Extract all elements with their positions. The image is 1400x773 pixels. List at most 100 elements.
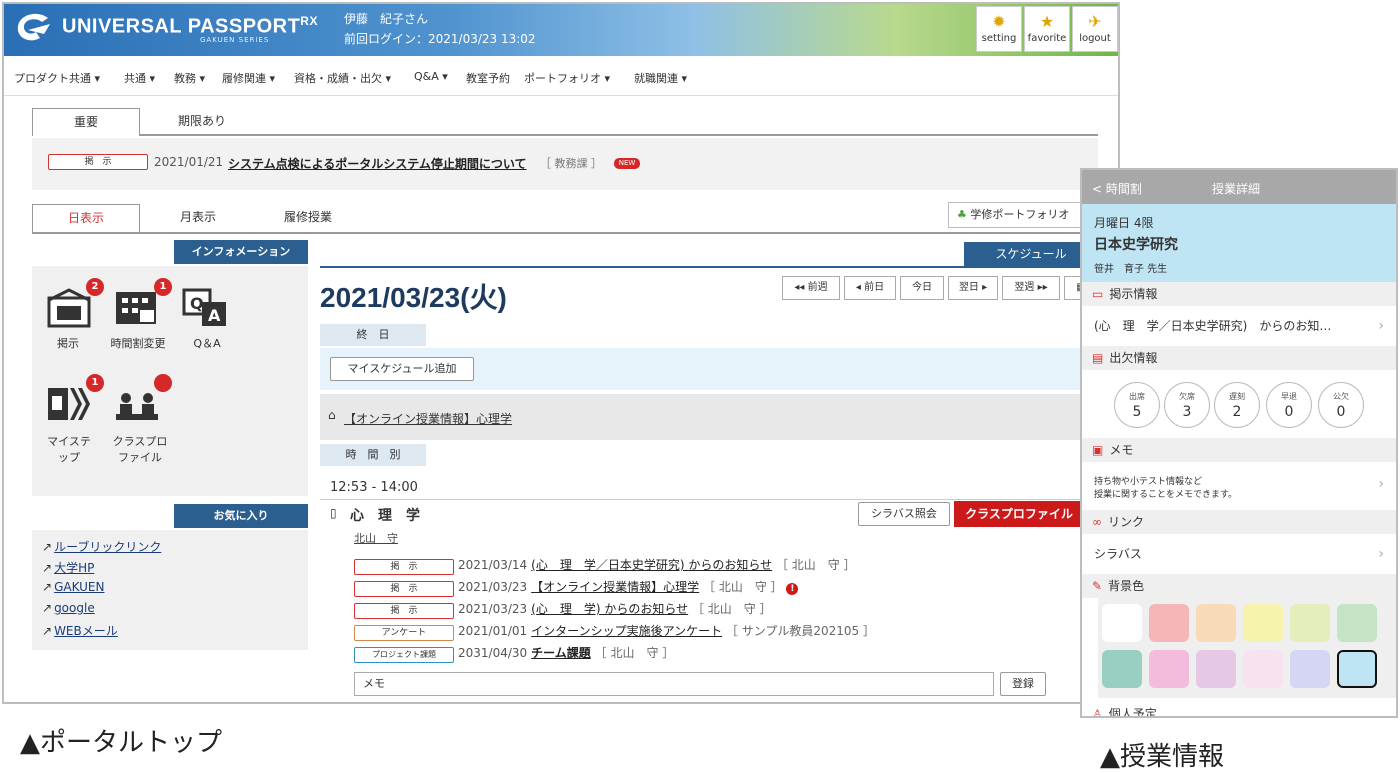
register-button[interactable]: 登録 bbox=[1000, 672, 1046, 696]
color-swatch[interactable] bbox=[1290, 650, 1330, 688]
timetable-change-icon[interactable] bbox=[114, 288, 160, 328]
prev-day-button[interactable]: ◂ 前日 bbox=[844, 276, 896, 300]
color-swatch[interactable] bbox=[1290, 604, 1330, 642]
notice-title-link[interactable]: システム点検によるポータルシステム停止期間について bbox=[228, 155, 527, 172]
memo-row[interactable]: 持ち物や小テスト情報など 授業に関することをメモできます。 › bbox=[1082, 462, 1396, 510]
today-button[interactable]: 今日 bbox=[900, 276, 944, 300]
last-login: 前回ログイン：2021/03/23 13:02 bbox=[344, 32, 536, 46]
color-swatch[interactable] bbox=[1243, 604, 1283, 642]
nav-grades[interactable]: 資格・成績・出欠 ▾ bbox=[294, 70, 391, 86]
color-swatch[interactable] bbox=[1196, 650, 1236, 688]
teacher-name-link[interactable]: 北山 守 bbox=[354, 530, 398, 546]
tab-with-deadline[interactable]: 期限あり bbox=[162, 108, 242, 136]
color-swatch[interactable] bbox=[1102, 604, 1142, 642]
bulletin-icon[interactable] bbox=[46, 288, 92, 328]
notice-dept: ［ 教務課 ］ bbox=[540, 157, 602, 170]
nav-academic[interactable]: 教務 ▾ bbox=[174, 70, 205, 86]
favorites-title: お気に入り bbox=[174, 504, 308, 528]
color-swatch[interactable] bbox=[1196, 604, 1236, 642]
section-background-color: ✎ 背景色 bbox=[1082, 574, 1396, 598]
next-week-button[interactable]: 翌週 ▸▸ bbox=[1002, 276, 1060, 300]
nav-product-common[interactable]: プロダクト共通 ▾ bbox=[14, 70, 100, 86]
link-icon: ∞ bbox=[1092, 515, 1102, 529]
color-swatch[interactable] bbox=[1102, 650, 1142, 688]
memo-input[interactable]: メモ bbox=[354, 672, 994, 696]
notice-link[interactable]: 【オンライン授業情報】心理学 bbox=[531, 580, 699, 594]
notice-date: 2021/01/21 bbox=[154, 155, 224, 169]
project-link[interactable]: チーム課題 bbox=[531, 646, 591, 660]
bulletin-label: 掲示 bbox=[57, 337, 79, 350]
class-time: 12:53 - 14:00 bbox=[330, 480, 418, 495]
external-link-icon: ↗ bbox=[42, 561, 53, 575]
syllabus-button[interactable]: シラバス照会 bbox=[858, 502, 950, 526]
portal-window: UNIVERSAL PASSPORTRX GAKUEN SERIES 伊藤 紀子… bbox=[2, 2, 1120, 704]
fav-link-rubric[interactable]: ↗ ルーブリックリンク bbox=[42, 538, 161, 555]
back-to-timetable-button[interactable]: < 時間割 bbox=[1092, 180, 1142, 197]
nav-portfolio[interactable]: ポートフォリオ ▾ bbox=[524, 70, 610, 86]
fav-link-gakuen[interactable]: ↗ GAKUEN bbox=[42, 580, 104, 594]
color-swatch[interactable] bbox=[1243, 650, 1283, 688]
add-my-schedule-button[interactable]: マイスケジュール追加 bbox=[330, 357, 474, 381]
person-icon: ♙ bbox=[1092, 707, 1103, 718]
color-swatch[interactable] bbox=[1149, 604, 1189, 642]
notice-link[interactable]: (心 理 学) からのお知らせ bbox=[531, 602, 688, 616]
attendance-late: 遅刻 2 bbox=[1214, 382, 1260, 428]
schedule-divider bbox=[320, 266, 1098, 268]
nav-qa[interactable]: Q&A ▾ bbox=[414, 70, 448, 83]
class-profile-button[interactable]: クラスプロファイル bbox=[954, 501, 1084, 527]
chevron-right-icon: › bbox=[1378, 318, 1384, 334]
section-all-day: 終 日 bbox=[320, 324, 426, 346]
mobile-caption: ▲授業情報 bbox=[1100, 742, 1224, 772]
qa-label: Q＆A bbox=[193, 337, 221, 350]
color-swatch[interactable] bbox=[1337, 604, 1377, 642]
chevron-right-icon: › bbox=[1378, 546, 1384, 562]
edit-icon: ✎ bbox=[1092, 579, 1103, 593]
chevron-right-icon: › bbox=[1378, 476, 1384, 492]
notice-tabs: 重要 期限あり bbox=[32, 108, 1098, 136]
runner-icon: ✈ bbox=[1088, 12, 1102, 31]
setting-button[interactable]: ✹ setting bbox=[976, 6, 1022, 52]
list-item: 掲 示 2021/03/14 (心 理 学／日本史学研究) からのお知らせ ［ 北山… bbox=[354, 556, 856, 575]
fav-link-university[interactable]: ↗ 大学HP bbox=[42, 559, 94, 576]
notice-link[interactable]: (心 理 学／日本史学研究) からのお知らせ bbox=[531, 558, 772, 572]
information-panel: 2 掲示 1 時間割変更 QA Q＆A 1 マイステップ クラスプロファイル bbox=[32, 266, 308, 496]
sprout-icon: ♣ bbox=[957, 208, 971, 221]
attendance-official-absence: 公欠 0 bbox=[1318, 382, 1364, 428]
portal-caption: ▲ポータルトップ bbox=[20, 728, 222, 758]
tab-month-view[interactable]: 月表示 bbox=[158, 204, 238, 232]
color-swatch[interactable] bbox=[1149, 650, 1189, 688]
section-attendance: ▤ 出欠情報 bbox=[1082, 346, 1396, 370]
nav-common[interactable]: 共通 ▾ bbox=[124, 70, 155, 86]
next-day-button[interactable]: 翌日 ▸ bbox=[948, 276, 998, 300]
class-profile-count bbox=[154, 374, 172, 392]
fav-link-webmail[interactable]: ↗ WEBメール bbox=[42, 622, 118, 639]
nav-room-reservation[interactable]: 教室予約 bbox=[466, 70, 510, 86]
main-nav: プロダクト共通 ▾ 共通 ▾ 教務 ▾ 履修関連 ▾ 資格・成績・出欠 ▾ Q&… bbox=[4, 58, 1118, 96]
prev-week-button[interactable]: ◂◂ 前週 bbox=[782, 276, 840, 300]
qa-icon[interactable]: QA bbox=[182, 288, 228, 328]
nav-career[interactable]: 就職関連 ▾ bbox=[634, 70, 687, 86]
tab-important[interactable]: 重要 bbox=[32, 108, 140, 136]
mystep-icon[interactable] bbox=[46, 384, 92, 424]
schedule-date: 2021/03/23(火) bbox=[320, 282, 507, 313]
class-profile-icon[interactable] bbox=[114, 384, 160, 424]
survey-link[interactable]: インターンシップ実施後アンケート bbox=[531, 624, 722, 638]
important-notice: 掲 示 2021/01/21 システム点検によるポータルシステム停止期間について… bbox=[32, 138, 1098, 190]
tab-registered-courses[interactable]: 履修授業 bbox=[268, 204, 348, 232]
learning-portfolio-button[interactable]: ♣ 学修ポートフォリオ bbox=[948, 202, 1098, 228]
course-title: 日本史学研究 bbox=[1094, 237, 1178, 253]
logout-button[interactable]: ✈ logout bbox=[1072, 6, 1118, 52]
online-class-link[interactable]: 【オンライン授業情報】心理学 bbox=[344, 410, 512, 427]
mystep-label: マイステップ bbox=[47, 435, 91, 464]
notice-row[interactable]: (心 理 学／日本史学研究) からのお知… › bbox=[1082, 306, 1396, 346]
favorite-button[interactable]: ★ favorite bbox=[1024, 6, 1070, 52]
information-title: インフォメーション bbox=[174, 240, 308, 264]
fav-link-google[interactable]: ↗ google bbox=[42, 601, 95, 615]
list-item: 掲 示 2021/03/23 【オンライン授業情報】心理学 ［ 北山 守 ］ ! bbox=[354, 578, 799, 597]
notice-badge: 掲 示 bbox=[48, 154, 148, 170]
syllabus-row[interactable]: シラバス › bbox=[1082, 534, 1396, 574]
bulletin-count: 2 bbox=[86, 278, 104, 296]
tab-day-view[interactable]: 日表示 bbox=[32, 204, 140, 232]
color-swatch[interactable] bbox=[1337, 650, 1377, 688]
nav-registration[interactable]: 履修関連 ▾ bbox=[222, 70, 275, 86]
